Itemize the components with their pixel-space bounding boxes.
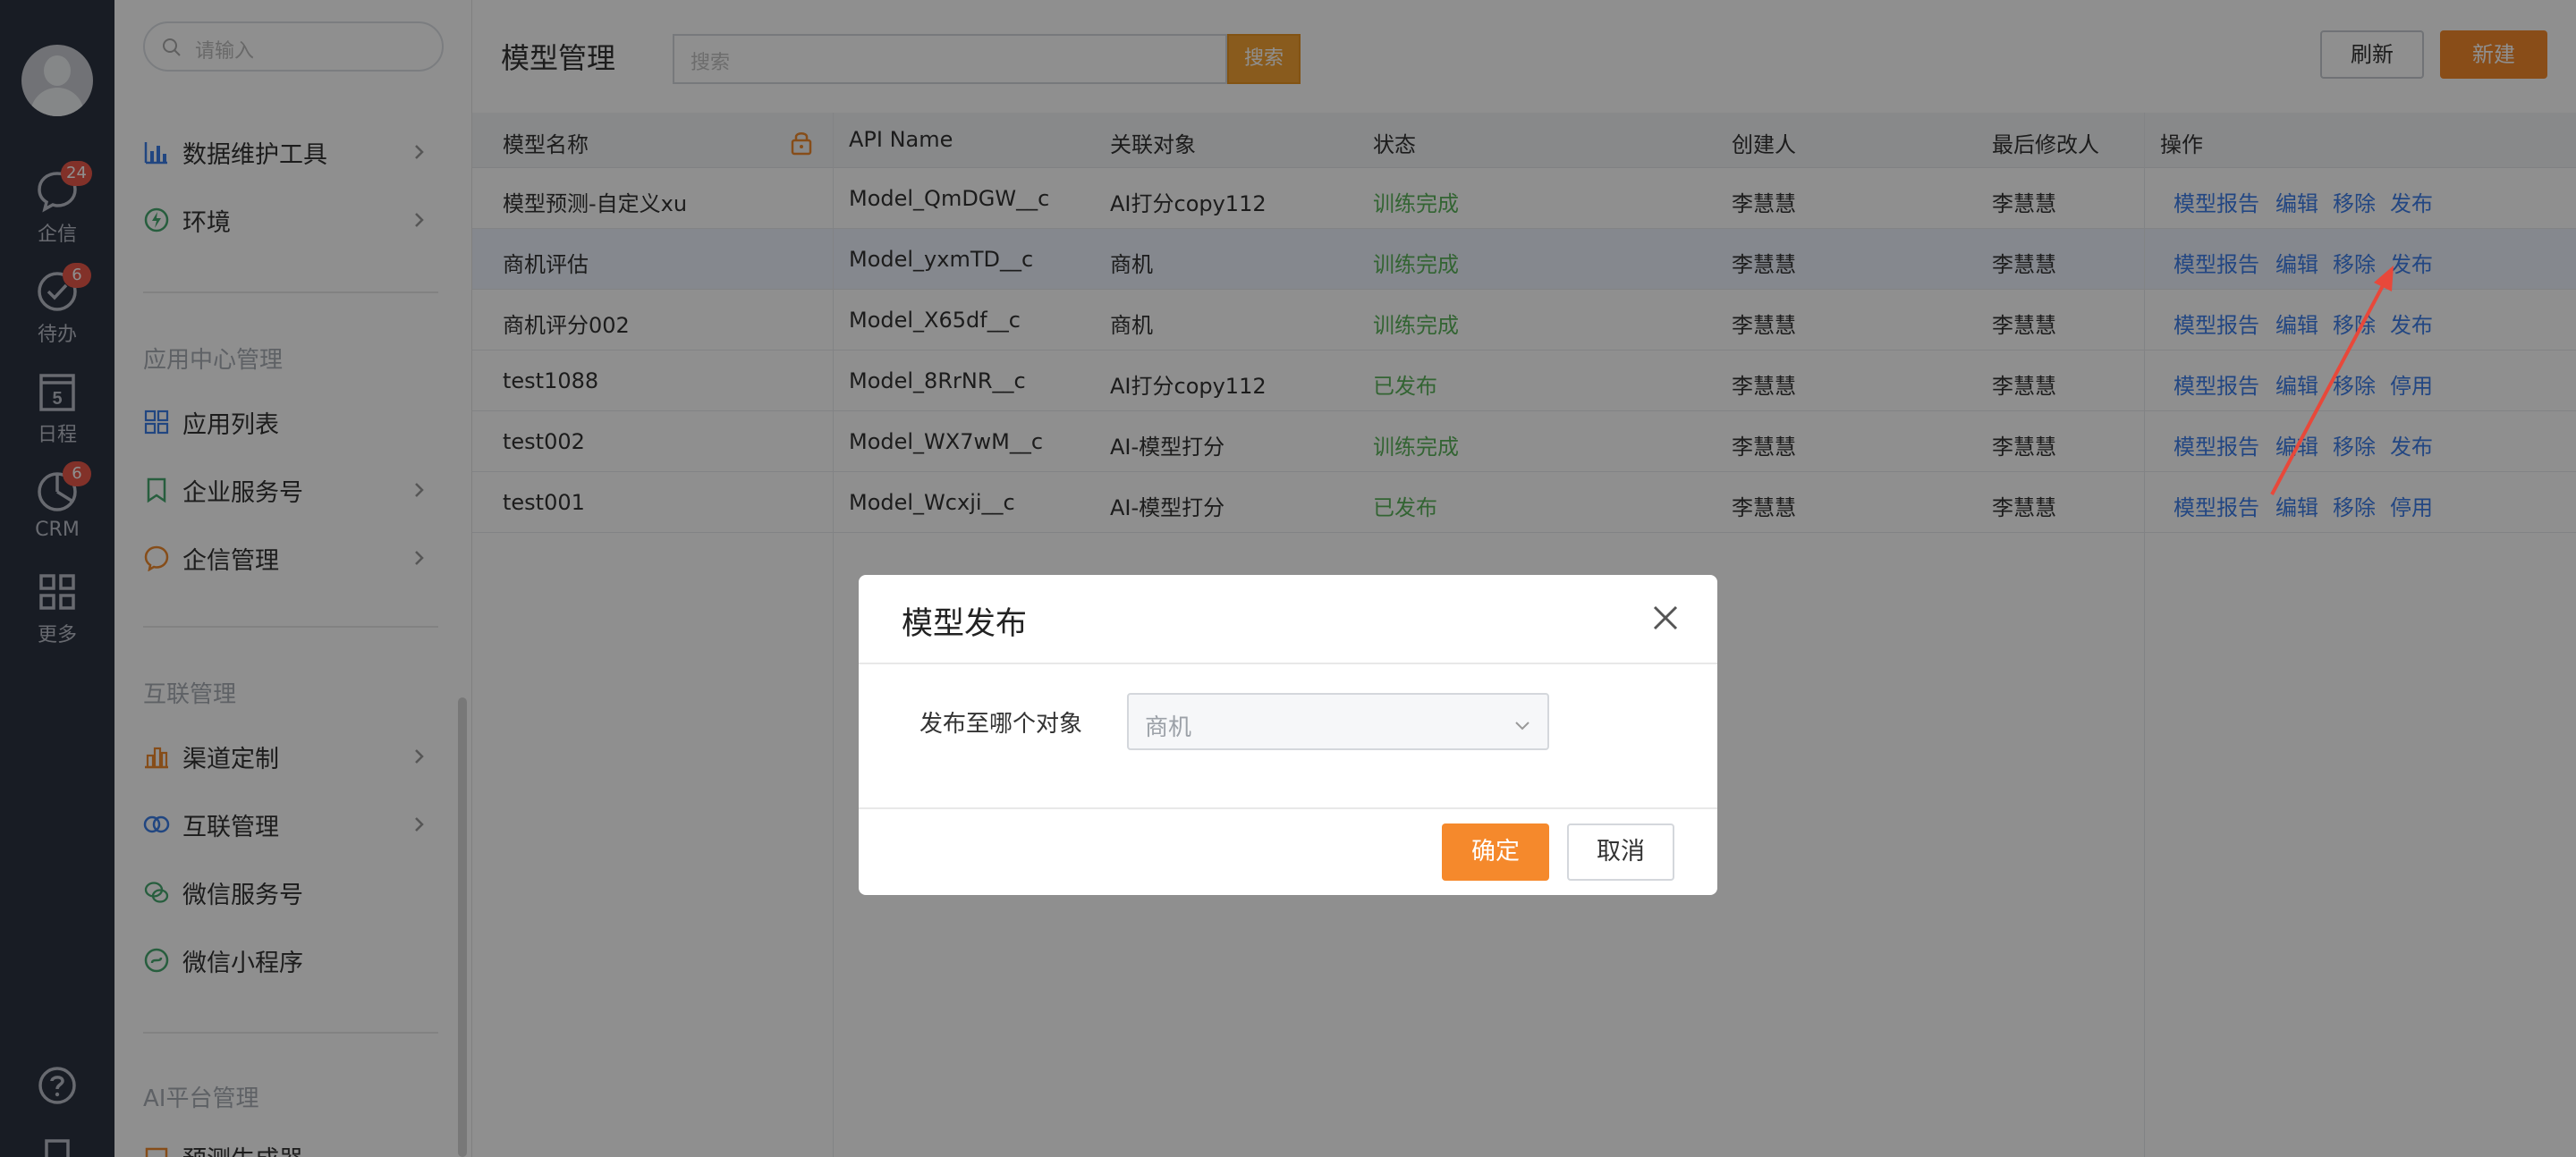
dialog-divider	[859, 807, 1717, 809]
target-object-select[interactable]: 商机	[1127, 693, 1549, 750]
selected-value: 商机	[1145, 714, 1192, 741]
publish-model-dialog: 模型发布 发布至哪个对象 商机 确定 取消	[859, 575, 1717, 895]
chevron-down-icon	[1515, 722, 1530, 731]
target-object-label: 发布至哪个对象	[919, 711, 1083, 738]
dialog-divider	[859, 663, 1717, 664]
cancel-button[interactable]: 取消	[1567, 823, 1674, 881]
confirm-button[interactable]: 确定	[1442, 823, 1549, 881]
dialog-title: 模型发布	[902, 606, 1028, 642]
close-icon[interactable]	[1646, 598, 1685, 638]
